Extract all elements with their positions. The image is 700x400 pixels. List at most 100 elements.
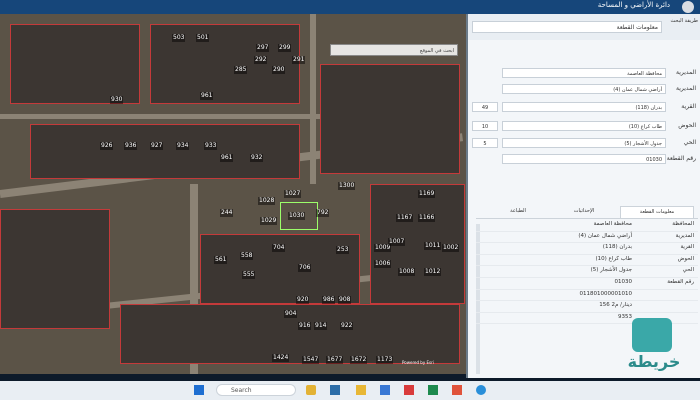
directorate-select[interactable]: أراضي شمال عمان (4) — [502, 84, 666, 94]
lot-label[interactable]: 1012 — [424, 268, 442, 276]
result-value: 011801000001010 — [579, 290, 633, 297]
lot-label[interactable]: 914 — [314, 322, 328, 330]
lot-label[interactable]: 932 — [250, 154, 264, 162]
form-row-basin: 10 طاب كراع (10) الحوض — [468, 121, 700, 132]
road — [310, 14, 316, 184]
basin-select[interactable]: طاب كراع (10) — [502, 121, 666, 131]
form-row-parcel-number: 01030 رقم القطعة — [468, 154, 700, 165]
lot-label[interactable]: 908 — [338, 296, 352, 304]
user-icon[interactable] — [682, 1, 694, 13]
lot-label[interactable]: 706 — [298, 264, 312, 272]
lot-label[interactable]: 916 — [298, 322, 312, 330]
map-attribution: Powered by Esri — [402, 360, 434, 365]
village-code-box[interactable]: 49 — [472, 102, 498, 112]
result-label: القرية — [680, 244, 694, 251]
basin-code-box[interactable]: 10 — [472, 121, 498, 131]
app-header: دائرة الأراضي و المساحة — [0, 0, 700, 14]
map-view[interactable]: 503 501 297 299 291 292 290 285 961 930 … — [0, 14, 466, 374]
lot-label[interactable]: 1300 — [338, 182, 356, 190]
lot-label[interactable]: 1006 — [374, 260, 392, 268]
lot-label[interactable]: 930 — [110, 96, 124, 104]
excel-icon[interactable] — [428, 385, 438, 395]
lot-label[interactable]: 244 — [220, 209, 234, 217]
lot-label[interactable]: 961 — [200, 92, 214, 100]
store-icon[interactable] — [380, 385, 390, 395]
lot-label[interactable]: 986 — [322, 296, 336, 304]
lot-label[interactable]: 936 — [124, 142, 138, 150]
task-view-icon[interactable] — [330, 385, 340, 395]
app-icon[interactable] — [404, 385, 414, 395]
lot-label[interactable]: 1027 — [284, 190, 302, 198]
file-explorer-icon[interactable] — [356, 385, 366, 395]
lot-label[interactable]: 1167 — [396, 214, 414, 222]
form-label: رقم القطعة — [666, 155, 696, 162]
lot-label[interactable]: 1169 — [418, 190, 436, 198]
lot-label[interactable]: 1166 — [418, 214, 436, 222]
lot-label[interactable]: 1424 — [272, 354, 290, 362]
search-type-select[interactable]: معلومات القطعة — [472, 21, 662, 33]
lot-label[interactable]: 297 — [256, 44, 270, 52]
district-code-box[interactable]: 5 — [472, 138, 498, 148]
lot-label[interactable]: 1672 — [350, 356, 368, 364]
panel-header: معلومات القطعة طريقة البحث — [468, 14, 700, 40]
watermark-logo: خريطة — [616, 318, 692, 380]
parcel-block — [10, 24, 140, 104]
lot-label[interactable]: 561 — [214, 256, 228, 264]
widgets-icon[interactable] — [306, 385, 316, 395]
lot-label[interactable]: 704 — [272, 244, 286, 252]
lot-label[interactable]: 792 — [316, 209, 330, 217]
lot-label[interactable]: 922 — [340, 322, 354, 330]
map-search-input[interactable]: ابحث في الموقع — [330, 44, 458, 56]
lot-label[interactable]: 285 — [234, 66, 248, 74]
windows-start-icon[interactable] — [194, 385, 204, 395]
lot-label[interactable]: 299 — [278, 44, 292, 52]
form-row-village: 49 بدران (118) القرية — [468, 102, 700, 113]
lot-label[interactable]: 1008 — [398, 268, 416, 276]
taskbar-search[interactable]: Search — [216, 384, 296, 396]
lot-label[interactable]: 934 — [176, 142, 190, 150]
lot-label[interactable]: 920 — [296, 296, 310, 304]
tab-coordinates[interactable]: الإحداثيات — [554, 206, 614, 217]
edge-icon[interactable] — [476, 385, 486, 395]
lot-label[interactable]: 961 — [220, 154, 234, 162]
lot-label[interactable]: 1029 — [260, 217, 278, 225]
form-label: الحوض — [678, 122, 696, 129]
parcel-number-select[interactable]: 01030 — [502, 154, 666, 164]
lot-label[interactable]: 904 — [284, 310, 298, 318]
lot-label[interactable]: 292 — [254, 56, 268, 64]
result-row: القرية بدران (118) — [476, 243, 698, 255]
result-label: المديرية — [675, 232, 694, 239]
result-value: 156 دينار/ م2 — [599, 302, 632, 309]
lot-label[interactable]: 927 — [150, 142, 164, 150]
lot-label[interactable]: 503 — [172, 34, 186, 42]
lot-label[interactable]: 1173 — [376, 356, 394, 364]
result-label: المحافظة — [672, 221, 694, 227]
lot-label[interactable]: 290 — [272, 66, 286, 74]
lot-label[interactable]: 1007 — [388, 238, 406, 246]
result-value: جدول الأشجار (5) — [590, 267, 632, 274]
chrome-icon[interactable] — [452, 385, 462, 395]
form-row-directorate: أراضي شمال عمان (4) المديرية — [468, 84, 700, 95]
form-row-governorate: محافظة العاصمة المديرية — [468, 68, 700, 79]
lot-label[interactable]: 555 — [242, 271, 256, 279]
lot-label[interactable]: 253 — [336, 246, 350, 254]
governorate-select[interactable]: محافظة العاصمة — [502, 68, 666, 78]
lot-label[interactable]: 1547 — [302, 356, 320, 364]
lot-label[interactable]: 1011 — [424, 242, 442, 250]
lot-label[interactable]: 1677 — [326, 356, 344, 364]
lot-label[interactable]: 1028 — [258, 197, 276, 205]
lot-label[interactable]: 291 — [292, 56, 306, 64]
lot-label[interactable]: 501 — [196, 34, 210, 42]
village-select[interactable]: بدران (118) — [502, 102, 666, 112]
result-value: بدران (118) — [602, 244, 632, 251]
district-select[interactable]: جدول الأشجار (5) — [502, 138, 666, 148]
taskbar: Search — [0, 381, 700, 400]
lot-label[interactable]: 1002 — [442, 244, 460, 252]
info-tabs: معلومات القطعة الإحداثيات الطباعة — [476, 204, 698, 219]
tab-print[interactable]: الطباعة — [488, 206, 548, 217]
lot-label[interactable]: 1030 — [288, 212, 306, 220]
lot-label[interactable]: 926 — [100, 142, 114, 150]
lot-label[interactable]: 558 — [240, 252, 254, 260]
tab-parcel-info[interactable]: معلومات القطعة — [620, 206, 694, 218]
lot-label[interactable]: 933 — [204, 142, 218, 150]
